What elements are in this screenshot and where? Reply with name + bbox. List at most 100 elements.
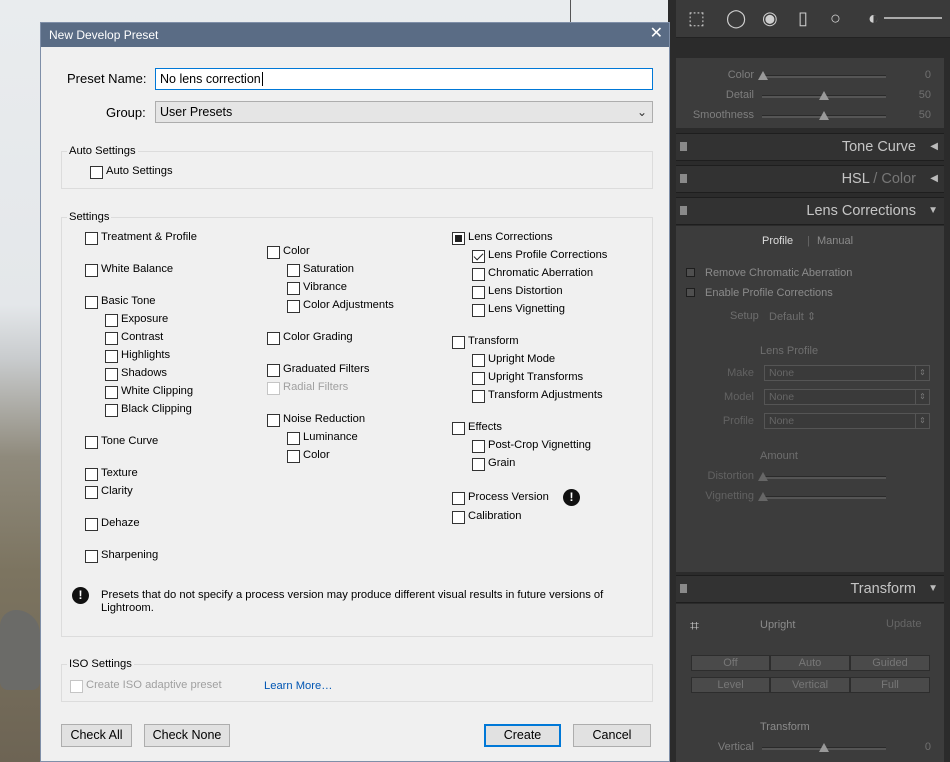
transform-header[interactable]: Transform ▼ <box>676 575 944 603</box>
transform-checkbox[interactable]: Transform <box>452 335 602 349</box>
vignetting-slider-knob[interactable] <box>758 492 768 501</box>
detail-slider-knob[interactable] <box>819 91 829 100</box>
checkbox-box[interactable] <box>85 486 98 499</box>
tab-manual[interactable]: Manual <box>817 235 853 247</box>
cancel-button[interactable]: Cancel <box>573 724 651 747</box>
checkbox-box[interactable] <box>267 364 280 377</box>
model-select[interactable]: None ⇕ <box>764 389 930 405</box>
checkbox-box[interactable] <box>267 414 280 427</box>
dehaze-checkbox[interactable]: Dehaze <box>85 517 225 531</box>
saturation-checkbox[interactable]: Saturation <box>287 263 417 277</box>
luminance-checkbox[interactable]: Luminance <box>287 431 417 445</box>
make-select[interactable]: None ⇕ <box>764 365 930 381</box>
effects-checkbox[interactable]: Effects <box>452 421 602 435</box>
upright-guided-button[interactable]: Guided <box>850 655 930 671</box>
detail-slider[interactable] <box>762 91 886 100</box>
smoothness-slider-knob[interactable] <box>819 111 829 120</box>
graduated-filter-icon[interactable]: ▯ <box>798 8 808 28</box>
tone-curve-checkbox[interactable]: Tone Curve <box>85 435 225 449</box>
vertical-slider-knob[interactable] <box>819 743 829 752</box>
shadows-checkbox[interactable]: Shadows <box>105 367 225 381</box>
upright-off-button[interactable]: Off <box>691 655 770 671</box>
setup-value[interactable]: Default ⇕ <box>769 310 816 323</box>
exposure-checkbox[interactable]: Exposure <box>105 313 225 327</box>
checkbox-box[interactable] <box>105 368 118 381</box>
crop-overlay-icon[interactable]: ⬚ <box>688 8 705 28</box>
checkbox-box[interactable] <box>105 332 118 345</box>
checkbox-box[interactable] <box>472 304 485 317</box>
adjustment-brush-icon[interactable]: ◐ <box>868 8 879 28</box>
white-clipping-checkbox[interactable]: White Clipping <box>105 385 225 399</box>
panel-switch-icon[interactable] <box>680 142 687 151</box>
nr-color-checkbox[interactable]: Color <box>287 449 417 463</box>
checkbox-box[interactable] <box>287 300 300 313</box>
upright-transforms-checkbox[interactable]: Upright Transforms <box>472 371 622 385</box>
panel-switch-icon[interactable] <box>680 174 687 183</box>
checkbox-box[interactable] <box>472 250 485 263</box>
upright-level-button[interactable]: Level <box>691 677 770 693</box>
check-none-button[interactable]: Check None <box>144 724 230 747</box>
transform-adjustments-checkbox[interactable]: Transform Adjustments <box>472 389 632 403</box>
color-adjustments-checkbox[interactable]: Color Adjustments <box>287 299 427 313</box>
noise-reduction-checkbox[interactable]: Noise Reduction <box>267 413 417 427</box>
checkbox-box[interactable] <box>105 386 118 399</box>
vertical-slider[interactable] <box>762 743 886 752</box>
panel-switch-icon[interactable] <box>680 206 687 215</box>
checkbox-box[interactable] <box>85 232 98 245</box>
checkbox-box[interactable] <box>287 450 300 463</box>
highlights-checkbox[interactable]: Highlights <box>105 349 225 363</box>
brush-size-slider[interactable] <box>884 17 942 19</box>
distortion-slider[interactable] <box>758 472 886 481</box>
color-grading-checkbox[interactable]: Color Grading <box>267 331 417 345</box>
checkbox-box[interactable] <box>85 468 98 481</box>
remove-ca-checkbox[interactable] <box>686 268 695 277</box>
check-all-button[interactable]: Check All <box>61 724 132 747</box>
black-clipping-checkbox[interactable]: Black Clipping <box>105 403 225 417</box>
update-button[interactable]: Update <box>886 618 921 630</box>
create-button[interactable]: Create <box>484 724 561 747</box>
checkbox-box[interactable] <box>287 282 300 295</box>
learn-more-link[interactable]: Learn More… <box>264 680 332 692</box>
group-select[interactable]: User Presets ⌄ <box>155 101 653 123</box>
treatment-profile-checkbox[interactable]: Treatment & Profile <box>85 231 225 245</box>
auto-settings-checkbox[interactable]: Auto Settings <box>90 165 200 179</box>
tone-curve-header[interactable]: Tone Curve ◀ <box>676 133 944 161</box>
color-slider-knob[interactable] <box>758 71 768 80</box>
lens-profile-corrections-checkbox[interactable]: Lens Profile Corrections <box>472 249 622 263</box>
color-tab[interactable]: Color <box>881 171 916 187</box>
checkbox-box[interactable] <box>452 336 465 349</box>
post-crop-vignetting-checkbox[interactable]: Post-Crop Vignetting <box>472 439 622 453</box>
checkbox-box[interactable] <box>85 436 98 449</box>
sharpening-checkbox[interactable]: Sharpening <box>85 549 225 563</box>
lens-distortion-checkbox[interactable]: Lens Distortion <box>472 285 622 299</box>
checkbox-box[interactable] <box>472 286 485 299</box>
texture-checkbox[interactable]: Texture <box>85 467 225 481</box>
checkbox-box[interactable] <box>267 332 280 345</box>
vignetting-slider[interactable] <box>758 492 886 501</box>
checkbox-box[interactable] <box>472 354 485 367</box>
lens-corrections-checkbox[interactable]: Lens Corrections <box>452 231 602 245</box>
tab-profile[interactable]: Profile <box>762 235 793 247</box>
grain-checkbox[interactable]: Grain <box>472 457 622 471</box>
calibration-checkbox[interactable]: Calibration <box>452 510 602 524</box>
enable-profile-checkbox[interactable] <box>686 288 695 297</box>
upright-auto-button[interactable]: Auto <box>770 655 850 671</box>
checkbox-box[interactable] <box>452 511 465 524</box>
panel-switch-icon[interactable] <box>680 584 687 593</box>
checkbox-box[interactable] <box>287 432 300 445</box>
checkbox-box[interactable] <box>90 166 103 179</box>
preset-name-input[interactable]: No lens correction <box>155 68 653 90</box>
vibrance-checkbox[interactable]: Vibrance <box>287 281 417 295</box>
checkbox-box[interactable] <box>267 246 280 259</box>
white-balance-checkbox[interactable]: White Balance <box>85 263 225 277</box>
checkbox-box[interactable] <box>85 264 98 277</box>
clarity-checkbox[interactable]: Clarity <box>85 485 225 499</box>
lens-vignetting-checkbox[interactable]: Lens Vignetting <box>472 303 622 317</box>
upright-vertical-button[interactable]: Vertical <box>770 677 850 693</box>
graduated-filters-checkbox[interactable]: Graduated Filters <box>267 363 417 377</box>
checkbox-box[interactable] <box>472 440 485 453</box>
checkbox-box[interactable] <box>287 264 300 277</box>
contrast-checkbox[interactable]: Contrast <box>105 331 225 345</box>
crop-tool-icon[interactable]: ⌗ <box>690 618 699 636</box>
checkbox-box[interactable] <box>472 268 485 281</box>
